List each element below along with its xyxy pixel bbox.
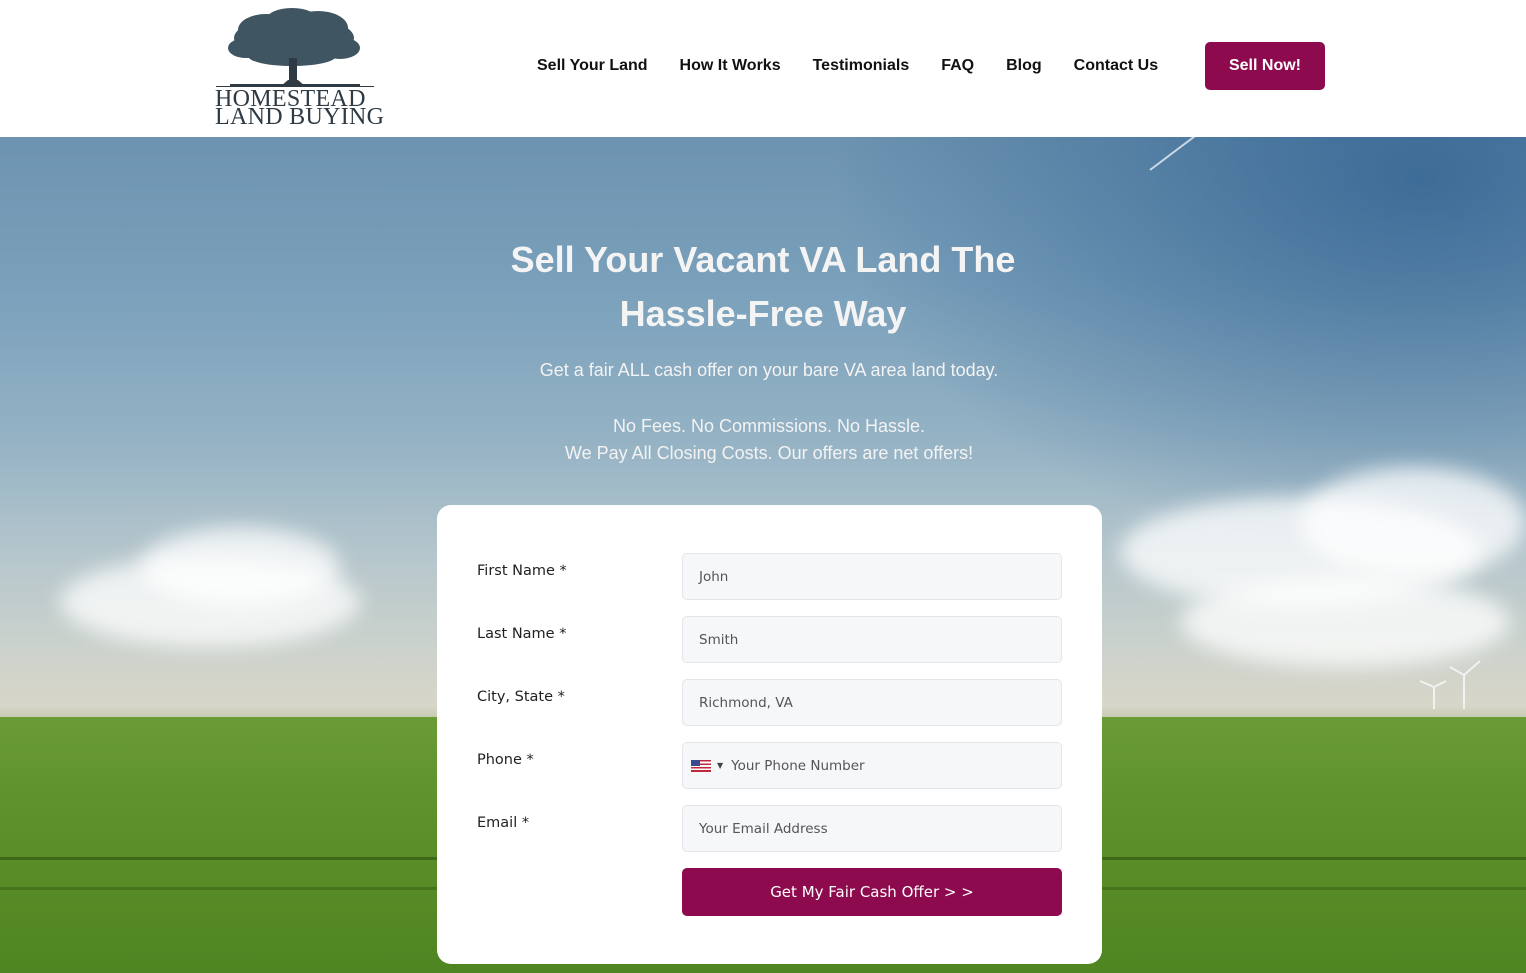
offer-form: First Name * John Last Name * Smith City… [437, 505, 1102, 964]
form-row-first-name: First Name * John [437, 553, 1102, 600]
hero-subtitle: Get a fair ALL cash offer on your bare V… [539, 360, 999, 380]
hero-benefits-line2: We Pay All Closing Costs. Our offers are… [564, 443, 974, 463]
city-state-placeholder: Richmond, VA [699, 694, 793, 711]
nav-link-testimonials[interactable]: Testimonials [813, 56, 910, 76]
nav-link-contact-us[interactable]: Contact Us [1074, 56, 1158, 76]
last-name-label: Last Name * [477, 626, 567, 642]
email-input[interactable]: Your Email Address [682, 805, 1062, 852]
logo[interactable]: HOMESTEAD LAND BUYING [214, 8, 384, 129]
sell-now-button[interactable]: Sell Now! [1205, 42, 1325, 90]
form-row-city-state: City, State * Richmond, VA [437, 679, 1102, 726]
logo-text-line2: LAND BUYING [215, 104, 385, 130]
first-name-placeholder: John [699, 568, 729, 585]
phone-input[interactable]: ▼ Your Phone Number [682, 742, 1062, 789]
hero-benefits: No Fees. No Commissions. No Hassle. We P… [463, 413, 1075, 467]
nav-link-how-it-works[interactable]: How It Works [680, 56, 781, 76]
hero-title: Sell Your Vacant VA Land The Hassle-Free… [463, 233, 1063, 341]
hero-section: Sell Your Vacant VA Land The Hassle-Free… [0, 137, 1526, 973]
nav-link-faq[interactable]: FAQ [941, 56, 974, 76]
us-flag-icon[interactable] [691, 759, 711, 772]
hero-title-line1: Sell Your Vacant VA Land The [510, 239, 1016, 280]
email-placeholder: Your Email Address [699, 820, 828, 837]
site-header: HOMESTEAD LAND BUYING Sell Your Land How… [0, 0, 1526, 137]
last-name-placeholder: Smith [699, 631, 739, 648]
email-label: Email * [477, 815, 530, 831]
wind-turbines [1419, 660, 1481, 709]
get-offer-button[interactable]: Get My Fair Cash Offer > > [682, 868, 1062, 916]
first-name-input[interactable]: John [682, 553, 1062, 600]
form-row-email: Email * Your Email Address [437, 805, 1102, 852]
nav-link-blog[interactable]: Blog [1006, 56, 1042, 76]
oak-tree-icon [228, 8, 360, 86]
cloud [140, 527, 340, 607]
country-dropdown-caret-icon[interactable]: ▼ [717, 761, 723, 770]
hero-benefits-line1: No Fees. No Commissions. No Hassle. [612, 416, 926, 436]
hero-title-line2: Hassle-Free Way [619, 293, 907, 334]
cloud [1300, 467, 1526, 577]
form-row-phone: Phone * ▼ Your Phone Number [437, 742, 1102, 789]
last-name-input[interactable]: Smith [682, 616, 1062, 663]
city-state-label: City, State * [477, 689, 565, 705]
first-name-label: First Name * [477, 563, 567, 579]
cloud [1180, 577, 1510, 667]
phone-label: Phone * [477, 752, 534, 768]
main-nav: Sell Your Land How It Works Testimonials… [537, 56, 1158, 76]
phone-placeholder: Your Phone Number [731, 757, 865, 774]
nav-link-sell-your-land[interactable]: Sell Your Land [537, 56, 648, 76]
city-state-input[interactable]: Richmond, VA [682, 679, 1062, 726]
form-row-last-name: Last Name * Smith [437, 616, 1102, 663]
